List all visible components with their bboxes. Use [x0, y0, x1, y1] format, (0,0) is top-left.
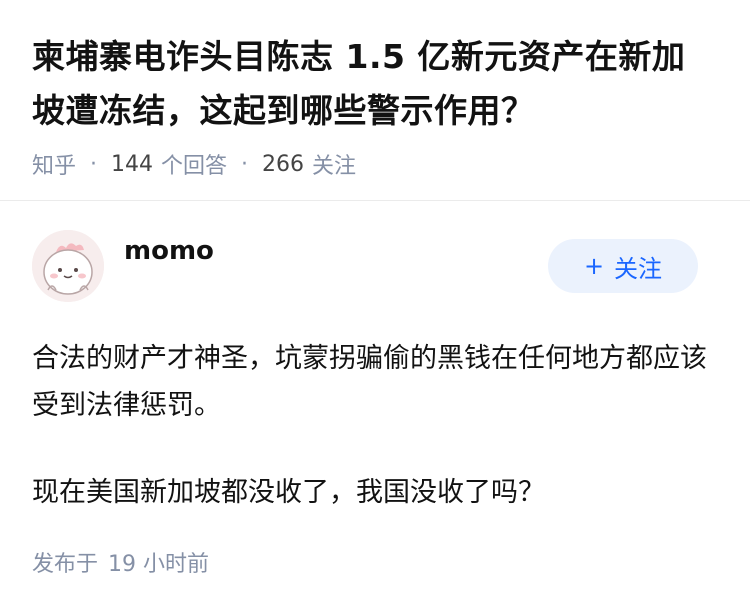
followers-count: 266 [262, 151, 305, 177]
source-label[interactable]: 知乎 [32, 148, 76, 180]
publish-time: 发布于 19 小时前 [32, 546, 718, 578]
question-header: 柬埔寨电诈头目陈志 1.5 亿新元资产在新加坡遭冻结，这起到哪些警示作用？ 知乎… [0, 0, 750, 179]
avatar[interactable] [32, 230, 104, 302]
answer-paragraph: 现在美国新加坡都没收了，我国没收了吗？ [32, 477, 545, 508]
publish-time-value: 19 小时前 [108, 552, 210, 577]
author-row: momo + 关注 [32, 201, 718, 331]
followers-label: 关注 [312, 154, 357, 179]
answer-paragraph: 合法的财产才神圣，坑蒙拐骗偷的黑钱在任何地方都应该受到法律惩罚。 [32, 343, 707, 421]
question-title[interactable]: 柬埔寨电诈头目陈志 1.5 亿新元资产在新加坡遭冻结，这起到哪些警示作用？ [32, 30, 718, 138]
follow-button[interactable]: + 关注 [548, 239, 698, 293]
answers-label[interactable]: 个回答 [161, 148, 227, 180]
meta-separator: · [90, 151, 98, 177]
publish-label: 发布于 [32, 552, 99, 577]
question-meta: 知乎 · 144 个回答 · 266 关注 [32, 148, 718, 180]
plus-icon: + [583, 252, 605, 280]
answer-content[interactable]: 合法的财产才神圣，坑蒙拐骗偷的黑钱在任何地方都应该受到法律惩罚。 现在美国新加坡… [32, 335, 718, 516]
answers-count: 144 [111, 151, 154, 177]
meta-separator: · [241, 151, 249, 177]
follow-label: 关注 [614, 254, 663, 283]
author-name[interactable]: momo [124, 236, 214, 266]
answer-card: momo + 关注 合法的财产才神圣，坑蒙拐骗偷的黑钱在任何地方都应该受到法律惩… [0, 201, 750, 578]
cartoon-avatar-icon [32, 230, 104, 302]
